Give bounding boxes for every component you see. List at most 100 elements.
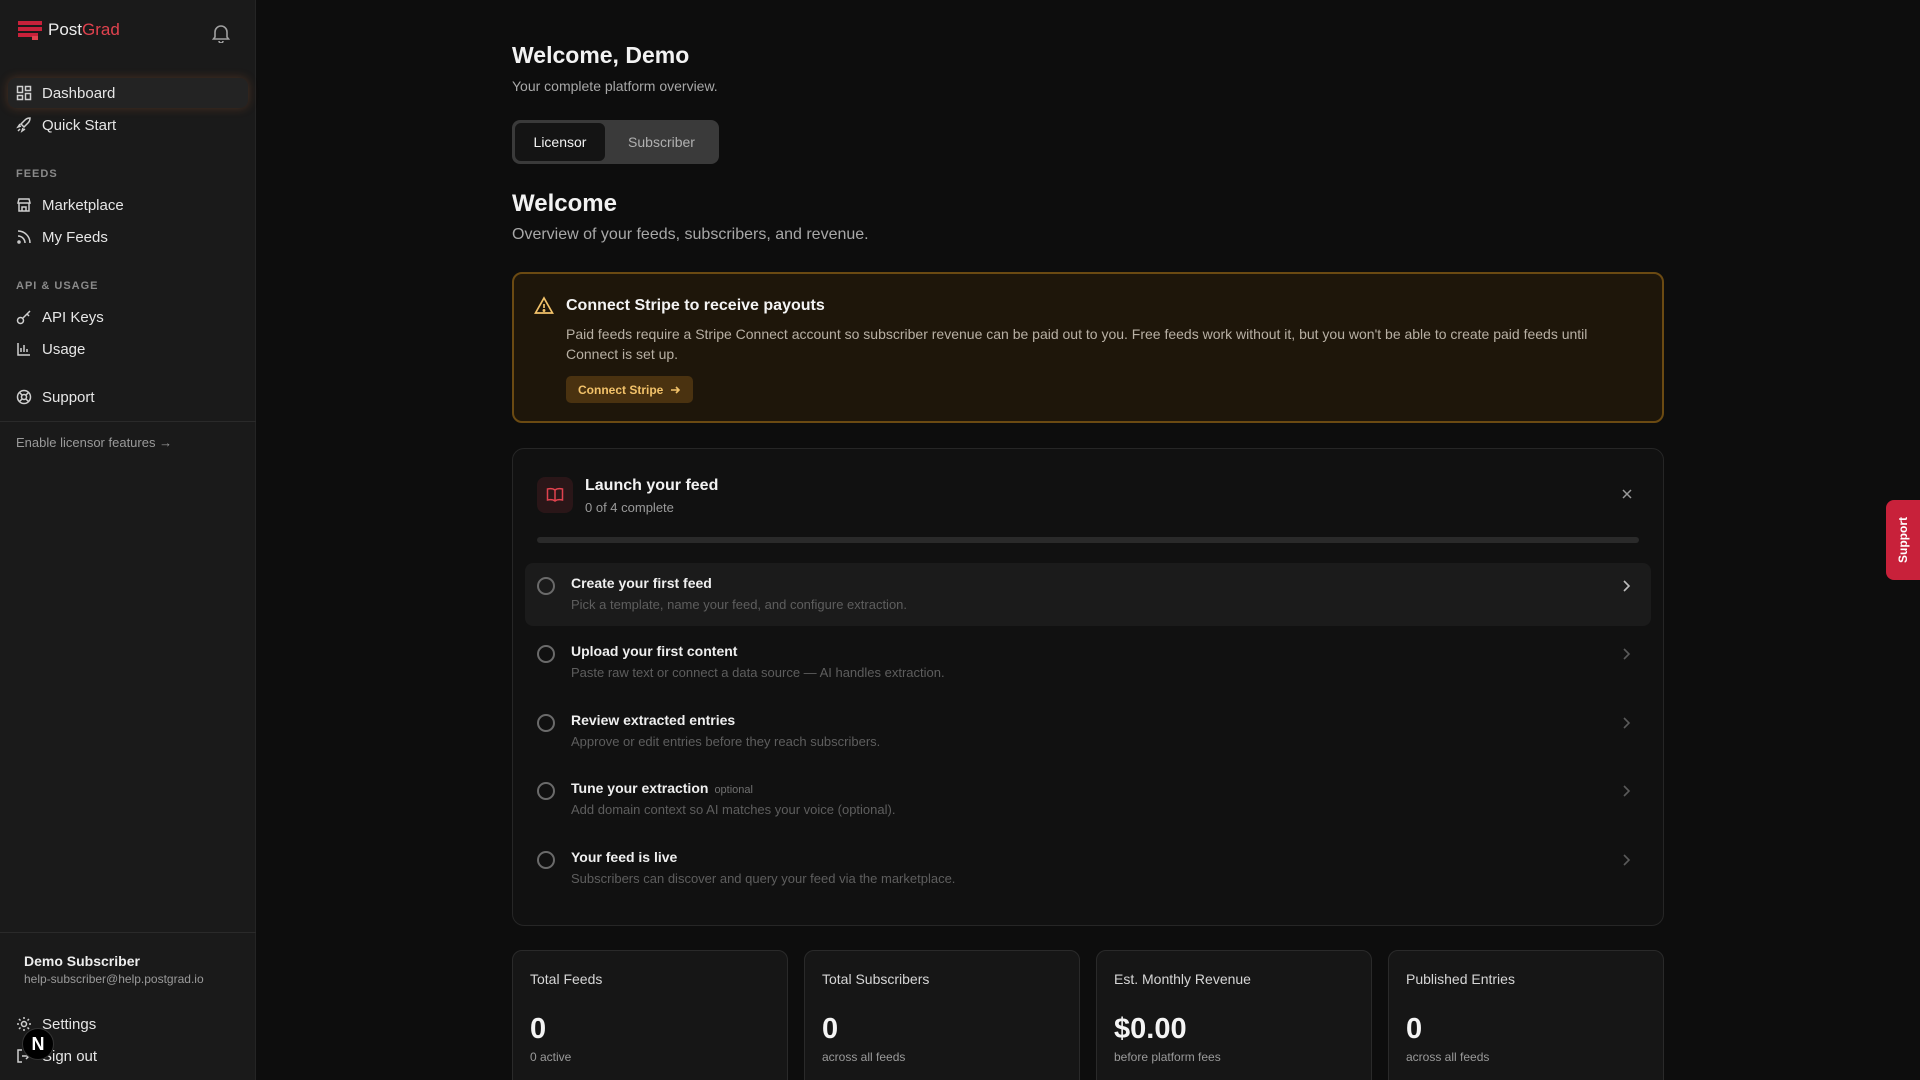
dashboard-icon [16,85,32,101]
task-checkbox[interactable] [537,577,555,595]
stat-card-total-subscribers: Total Subscribers 0 across all feeds [804,950,1080,1080]
key-icon [16,310,31,325]
user-info: Demo Subscriber help-subscriber@help.pos… [24,953,204,986]
stat-card-total-feeds: Total Feeds 0 0 active [512,950,788,1080]
stat-value: 0 [530,1013,547,1045]
toggle-subscriber[interactable]: Subscriber [609,123,714,161]
logo-icon [18,21,42,40]
sidebar: PostGrad Dashboard Quick Start FEEDS Mar… [0,0,256,1080]
sidebar-item-label: Marketplace [42,196,124,214]
brand-logo[interactable]: PostGrad [18,20,120,40]
sidebar-divider [0,421,256,422]
task-title: Your feed is live [571,849,678,865]
task-title: Upload your first content [571,643,738,659]
task-title: Create your first feed [571,575,712,591]
task-item[interactable]: Tune your extraction optional Add domain … [525,768,1651,831]
launch-progress-bar [537,537,1639,543]
task-description: Pick a template, name your feed, and con… [571,597,908,612]
stat-card-published-entries: Published Entries 0 across all feeds [1388,950,1664,1080]
connect-stripe-button[interactable]: Connect Stripe [566,376,694,403]
section-label-feeds: FEEDS [16,168,58,180]
user-name: Demo Subscriber [24,953,140,969]
connect-stripe-label: Connect Stripe [578,382,664,397]
page-title: Welcome, Demo [512,42,690,68]
sidebar-item-label: API Keys [42,308,104,326]
task-item[interactable]: Create your first feed Pick a template, … [525,563,1651,626]
rss-icon [17,230,31,244]
stripe-alert: Connect Stripe to receive payouts Paid f… [512,272,1664,423]
stat-subtext: 0 active [530,1050,572,1064]
chevron-right-icon [1623,648,1631,660]
task-checkbox[interactable] [537,645,555,663]
settings-label: Settings [42,1015,97,1033]
task-description: Add domain context so AI matches your vo… [571,802,896,817]
lifebuoy-icon [16,389,32,405]
sidebar-item-quick-start[interactable]: Quick Start [8,110,248,140]
task-description: Approve or edit entries before they reac… [571,734,881,749]
brand-name-post: Post [48,20,83,39]
stat-value: 0 [1406,1013,1423,1045]
warning-icon [534,296,554,314]
stat-label: Published Entries [1406,971,1515,987]
task-checkbox[interactable] [537,851,555,869]
stat-value: 0 [822,1013,839,1045]
sidebar-item-usage[interactable]: Usage [8,334,248,364]
sidebar-item-label: Dashboard [42,84,116,102]
chevron-right-icon [1623,785,1631,797]
stat-value: $0.00 [1114,1013,1187,1045]
sidebar-item-support[interactable]: Support [8,382,248,412]
sidebar-item-api-keys[interactable]: API Keys [8,302,248,332]
stat-card-monthly-revenue: Est. Monthly Revenue $0.00 before platfo… [1096,950,1372,1080]
sidebar-item-label: My Feeds [42,228,108,246]
bell-icon[interactable] [211,23,231,48]
stat-subtext: across all feeds [822,1050,906,1064]
brand-name-grad: Grad [82,20,120,39]
task-checkbox[interactable] [537,714,555,732]
stat-label: Total Feeds [530,971,603,987]
chevron-right-icon [1623,717,1631,729]
user-email: help-subscriber@help.postgrad.io [24,972,204,986]
sidebar-item-label: Support [42,388,95,406]
enable-licensor-link[interactable]: Enable licensor features → [16,435,172,450]
stat-label: Est. Monthly Revenue [1114,971,1251,987]
sidebar-item-my-feeds[interactable]: My Feeds [8,222,248,252]
close-icon[interactable] [1621,487,1633,505]
task-description: Paste raw text or connect a data source … [571,665,945,680]
alert-title: Connect Stripe to receive payouts [566,297,825,314]
section-title: Welcome [512,190,617,217]
stat-subtext: before platform fees [1114,1050,1221,1064]
sidebar-divider [0,932,256,933]
sidebar-item-label: Quick Start [42,116,117,134]
section-subtitle: Overview of your feeds, subscribers, and… [512,226,869,243]
task-item[interactable]: Review extracted entries Approve or edit… [525,700,1651,763]
sidebar-item-label: Usage [42,340,86,358]
section-label-api: API & USAGE [16,280,99,292]
sidebar-item-dashboard[interactable]: Dashboard [8,78,248,108]
rocket-icon [16,117,31,133]
stat-subtext: across all feeds [1406,1050,1490,1064]
support-tab[interactable]: Support [1886,500,1920,580]
support-tab-label: Support [1896,517,1910,563]
task-checkbox[interactable] [537,782,555,800]
arrow-right-icon [671,385,681,394]
launch-progress-text: 0 of 4 complete [585,500,674,515]
role-toggle: Licensor Subscriber [512,120,719,164]
toggle-licensor[interactable]: Licensor [515,123,605,161]
chart-icon [17,343,30,356]
avatar[interactable]: N [22,1028,54,1060]
task-title: Tune your extraction optional [571,780,753,796]
sidebar-item-marketplace[interactable]: Marketplace [8,190,248,220]
launch-checklist: Launch your feed 0 of 4 complete Create … [512,448,1664,926]
alert-body: Paid feeds require a Stripe Connect acco… [566,326,1588,362]
book-icon [537,477,573,513]
chevron-right-icon [1623,580,1631,592]
task-item[interactable]: Your feed is live Subscribers can discov… [525,837,1651,900]
page-subtitle: Your complete platform overview. [512,78,718,94]
stat-label: Total Subscribers [822,971,930,987]
task-item[interactable]: Upload your first content Paste raw text… [525,631,1651,694]
optional-badge: optional [714,784,753,796]
task-description: Subscribers can discover and query your … [571,871,956,886]
task-title: Review extracted entries [571,712,736,728]
chevron-right-icon [1623,854,1631,866]
launch-title: Launch your feed [585,477,719,494]
